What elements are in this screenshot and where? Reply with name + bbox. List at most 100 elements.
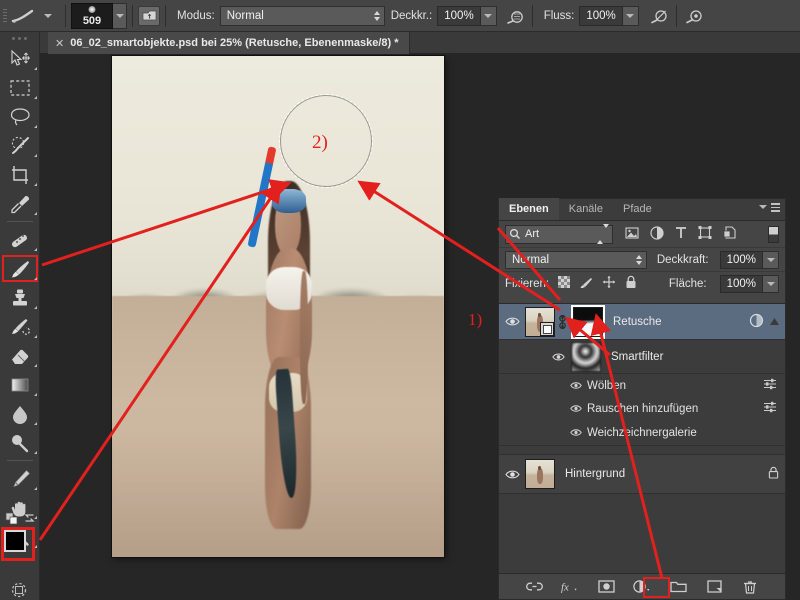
eyedropper-tool[interactable] [0,189,40,218]
brush-preset-dropdown[interactable] [36,4,60,28]
lock-transparency-icon[interactable] [558,276,571,291]
adjustment-layer-filter-icon[interactable] [650,225,664,243]
marquee-tool[interactable] [0,73,40,102]
filter-toggle-icon[interactable] [768,225,779,243]
person-figure [238,146,338,537]
image-canvas[interactable]: 2) [112,56,444,557]
new-layer-icon[interactable] [705,578,723,596]
new-group-icon[interactable] [669,578,687,596]
pixel-layer-filter-icon[interactable] [625,226,639,242]
layer-thumbnail[interactable] [525,306,555,337]
layer-opacity-dropdown[interactable] [763,250,779,269]
blend-mode-select[interactable]: Normal [219,5,385,26]
layer-row-hintergrund[interactable]: Hintergrund [499,454,785,494]
collapse-triangle-icon[interactable] [770,316,779,328]
flow-field[interactable]: 100% [579,5,623,26]
clone-stamp-tool[interactable] [0,283,40,312]
tools-panel-grip[interactable] [0,32,39,44]
options-bar-grip[interactable] [0,0,10,32]
layer-row-smartfilter[interactable]: Smartfilter [499,340,785,374]
layer-name: Hintergrund [565,468,626,480]
eye-icon[interactable] [565,428,587,437]
move-tool[interactable] [0,44,40,73]
delete-layer-icon[interactable] [741,578,759,596]
eye-icon[interactable] [499,469,525,480]
eye-icon[interactable] [565,404,587,413]
layer-list[interactable]: Retusche Smartfilter Wölben Rauschen hin… [499,303,785,573]
tool-options-corner-icon [34,393,37,396]
chevron-down-icon [626,13,635,18]
eye-icon[interactable] [565,381,587,390]
tab-pfade[interactable]: Pfade [613,198,662,220]
opacity-label: Deckkr.: [390,9,433,22]
tab-kanaele[interactable]: Kanäle [559,198,613,220]
link-layers-icon[interactable] [525,578,543,596]
smart-filter-row-rauschen[interactable]: Rauschen hinzufügen [499,397,785,420]
layer-row-right-controls [749,304,779,339]
flow-label: Fluss: [543,9,575,22]
lock-image-icon[interactable] [579,276,593,291]
lock-all-icon[interactable] [625,275,637,292]
fill-label: Fläche: [668,277,707,290]
dodge-tool[interactable] [0,428,40,457]
gradient-tool[interactable] [0,370,40,399]
history-brush-tool[interactable] [0,312,40,341]
airbrush-icon[interactable] [647,4,671,28]
layer-blend-mode-select[interactable]: Normal [505,250,647,269]
layer-mask-thumbnail[interactable] [571,304,605,339]
brush-tool[interactable] [0,254,40,283]
brush-size-dropdown[interactable] [113,2,127,29]
blur-tool[interactable] [0,399,40,428]
fill-field[interactable]: 100% [719,274,763,293]
layer-name: Retusche [613,315,662,328]
airbrush-pressure-icon[interactable] [503,4,527,28]
shape-layer-filter-icon[interactable] [698,226,712,242]
document-tab[interactable]: ✕ 06_02_smartobjekte.psd bei 25% (Retusc… [48,32,410,54]
thumb-figure [536,467,543,485]
filter-settings-icon[interactable] [763,378,777,393]
layer-style-fx-icon[interactable]: fx [561,578,579,596]
layer-row-retusche[interactable]: Retusche [499,304,785,340]
background-thumbnail[interactable] [525,459,555,489]
tab-ebenen[interactable]: Ebenen [499,198,559,220]
close-icon[interactable]: ✕ [55,37,64,50]
type-layer-filter-icon[interactable] [675,226,687,242]
smart-filter-row-woelben[interactable]: Wölben [499,374,785,397]
layer-filter-row: Art [499,221,785,247]
filter-kind-select[interactable]: Art [505,224,613,244]
layer-opacity-field[interactable]: 100% [719,250,763,269]
filter-settings-icon[interactable] [763,401,777,416]
link-mask-icon[interactable] [555,314,569,329]
smart-object-filter-icon[interactable] [723,226,737,242]
tablet-pressure-icon[interactable] [682,4,706,28]
smart-filter-badge-icon[interactable] [749,313,764,331]
smart-object-badge-icon [540,321,554,336]
mode-label: Modus: [177,9,215,22]
default-colors-icon [5,512,18,525]
eye-icon[interactable] [499,316,525,327]
smart-filter-mask-thumbnail[interactable] [571,341,601,372]
panel-menu-icon[interactable] [759,203,780,212]
smart-filter-row-weichzeichnergalerie[interactable]: Weichzeichnergalerie [499,420,785,446]
opacity-dropdown[interactable] [480,5,497,26]
brush-size-field[interactable]: 509 [71,2,113,29]
crop-tool[interactable] [0,160,40,189]
pen-tool[interactable] [0,464,40,493]
lasso-tool[interactable] [0,102,40,131]
layer-opacity-label: Deckkraft: [656,253,709,266]
flow-dropdown[interactable] [622,5,639,26]
quick-selection-tool[interactable] [0,131,40,160]
brush-stroke-icon[interactable] [10,5,36,27]
tool-options-corner-icon [34,364,37,367]
brush-panel-icon[interactable] [138,5,160,26]
healing-brush-tool[interactable] [0,225,40,254]
add-layer-mask-icon[interactable] [597,578,615,596]
eraser-tool[interactable] [0,341,40,370]
fill-dropdown[interactable] [763,274,779,293]
quick-mask-icon[interactable] [8,580,30,600]
eye-icon[interactable] [545,352,571,362]
stepper-arrows-icon [373,10,380,21]
opacity-field[interactable]: 100% [437,5,481,26]
swap-colors-icon [24,514,35,522]
lock-position-icon[interactable] [602,275,616,292]
